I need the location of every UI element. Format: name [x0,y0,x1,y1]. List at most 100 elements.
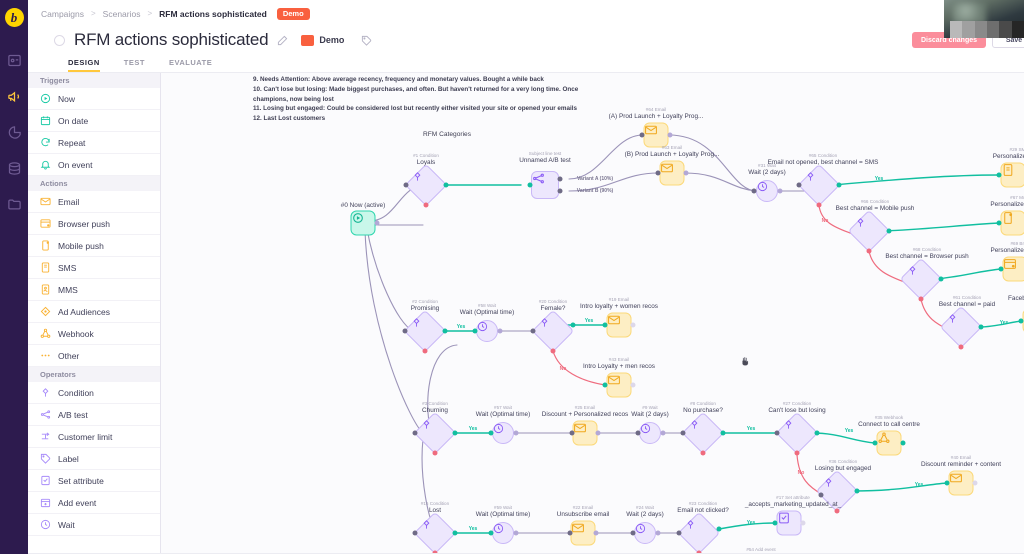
node-port-yes[interactable] [716,526,722,532]
node-port-in[interactable] [818,492,824,498]
analytics-icon[interactable] [3,121,25,143]
node-port-no[interactable] [550,348,556,354]
palette-item-now[interactable]: Now [28,88,160,110]
node-port-yes[interactable] [814,430,820,436]
node-mobile-push-personalized[interactable] [1000,210,1024,236]
node-wait-optimal-59[interactable] [492,522,514,544]
node-port-yes[interactable] [443,182,449,188]
node-port-out[interactable] [900,440,906,446]
node-port-no[interactable] [432,450,438,456]
dashboard-icon[interactable] [3,49,25,71]
node-port-yes[interactable] [886,228,892,234]
palette-item-label[interactable]: Label [28,448,160,470]
campaigns-icon[interactable] [3,85,25,107]
palette-item-on-event[interactable]: On event [28,154,160,176]
palette-item-condition[interactable]: Condition [28,382,160,404]
node-wait-optimal-58[interactable] [476,320,498,342]
brand-logo[interactable]: b [4,8,24,27]
node-wait-2-days-9[interactable] [639,422,661,444]
tab-evaluate[interactable]: EVALUATE [169,58,212,72]
node-port-in[interactable] [996,220,1002,226]
node-port-in[interactable] [655,170,661,176]
node-port-out[interactable] [660,430,666,436]
node-port-out[interactable] [374,220,380,226]
node-webhook-call-centre[interactable] [876,430,902,456]
node-port-in[interactable] [488,530,494,536]
palette-item-set-attribute[interactable]: Set attribute [28,470,160,492]
node-port-in[interactable] [872,440,878,446]
node-port-in[interactable] [635,430,641,436]
palette-item-on-date[interactable]: On date [28,110,160,132]
tag-icon[interactable] [361,35,372,46]
palette-item-browser-push[interactable]: Browser push [28,213,160,235]
folder-chip[interactable]: Demo [301,34,344,46]
node-email-unsubscribe[interactable] [570,520,596,546]
node-ab-test[interactable] [531,171,559,199]
breadcrumb-campaigns[interactable]: Campaigns [41,9,84,19]
node-email-intro-loyalty-men[interactable] [606,372,632,398]
node-port-in[interactable] [751,188,757,194]
palette-item-sms[interactable]: SMS [28,257,160,279]
node-port-variant-a[interactable] [557,176,563,182]
node-port-yes[interactable] [854,488,860,494]
node-port-in[interactable] [602,382,608,388]
palette-item-add-event[interactable]: Add event [28,492,160,514]
palette-item-repeat[interactable]: Repeat [28,132,160,154]
node-trigger-now[interactable] [350,210,376,236]
node-port-in[interactable] [796,182,802,188]
scenario-status-dot[interactable] [54,34,65,46]
node-port-yes[interactable] [978,324,984,330]
scenario-canvas[interactable]: 9. Needs Attention: Above average recenc… [161,73,1024,554]
node-port-no[interactable] [700,450,706,456]
node-set-attribute-accepts-marketing[interactable] [776,510,802,536]
node-port-in[interactable] [772,520,778,526]
node-email-prod-launch-b[interactable] [659,160,685,186]
node-port-in[interactable] [488,430,494,436]
palette-item-other[interactable]: Other [28,345,160,367]
node-port-in[interactable] [412,530,418,536]
node-email-discount-recos[interactable] [572,420,598,446]
tab-test[interactable]: TEST [124,58,145,72]
node-port-no[interactable] [816,202,822,208]
node-port-in[interactable] [998,266,1004,272]
breadcrumb-scenarios[interactable]: Scenarios [103,9,141,19]
node-port-no[interactable] [794,450,800,456]
node-port-out[interactable] [655,530,661,536]
node-port-out[interactable] [513,530,519,536]
node-port-out[interactable] [497,328,503,334]
node-port-out[interactable] [513,430,519,436]
node-port-in[interactable] [569,430,575,436]
node-port-no[interactable] [866,248,872,254]
node-port-yes[interactable] [452,430,458,436]
node-email-prod-launch-a[interactable] [643,122,669,148]
palette-item-customer-limit[interactable]: Customer limit [28,426,160,448]
node-port-no[interactable] [834,508,840,514]
node-port-in[interactable] [602,322,608,328]
node-port-out[interactable] [667,132,673,138]
node-port-out[interactable] [777,188,783,194]
node-port-in[interactable] [1018,318,1024,324]
node-browser-push-personalized[interactable] [1002,256,1024,282]
node-port-in[interactable] [676,530,682,536]
node-port-in[interactable] [567,530,573,536]
palette-item-mms[interactable]: MMS [28,279,160,301]
node-port-yes[interactable] [938,276,944,282]
node-email-discount-reminder[interactable] [948,470,974,496]
node-port-no[interactable] [422,348,428,354]
node-port-out[interactable] [593,530,599,536]
node-port-in[interactable] [527,182,533,188]
node-wait-optimal-57[interactable] [492,422,514,444]
palette-item-mobile-push[interactable]: Mobile push [28,235,160,257]
node-port-in[interactable] [774,430,780,436]
data-icon[interactable] [3,157,25,179]
node-port-in[interactable] [530,328,536,334]
node-port-in[interactable] [630,530,636,536]
node-port-yes[interactable] [720,430,726,436]
node-port-in[interactable] [944,480,950,486]
node-port-yes[interactable] [570,322,576,328]
edit-title-pencil-icon[interactable] [277,35,288,46]
node-port-in[interactable] [996,172,1002,178]
node-port-no[interactable] [958,344,964,350]
node-wait-2-days-31[interactable] [756,180,778,202]
node-port-out[interactable] [800,520,806,526]
